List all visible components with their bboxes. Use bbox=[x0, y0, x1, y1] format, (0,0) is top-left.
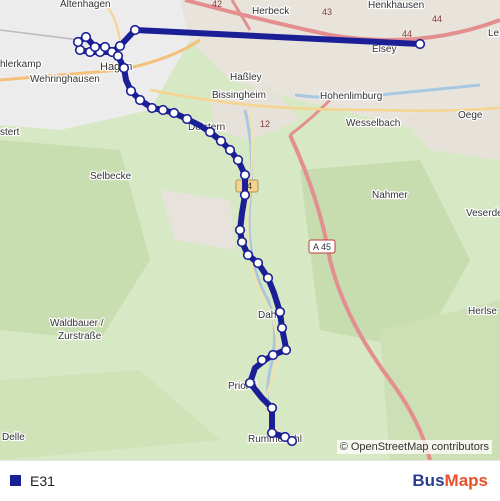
route-stop-10[interactable] bbox=[89, 41, 101, 53]
route-stop-25[interactable] bbox=[239, 189, 251, 201]
attribution-text: OpenStreetMap contributors bbox=[350, 441, 489, 453]
place-ahlerkamp: hlerkamp bbox=[0, 59, 42, 70]
place-wehringhausen: Wehringhausen bbox=[30, 74, 100, 85]
road-label-44b: 44 bbox=[432, 14, 442, 24]
place-wesselbach: Wesselbach bbox=[346, 118, 400, 129]
route-stop-32[interactable] bbox=[276, 322, 288, 334]
place-lette: Le bbox=[488, 28, 500, 39]
place-henkhausen: Henkhausen bbox=[368, 0, 424, 11]
place-altenhagen: Altenhagen bbox=[60, 0, 111, 10]
route-stop-37[interactable] bbox=[266, 402, 278, 414]
route-stop-40[interactable] bbox=[286, 435, 298, 447]
route-stop-23[interactable] bbox=[232, 154, 244, 166]
route-stop-28[interactable] bbox=[242, 249, 254, 261]
route-stop-31[interactable] bbox=[274, 306, 286, 318]
route-stop-3[interactable] bbox=[114, 40, 126, 52]
place-hassley: Haßley bbox=[230, 72, 262, 83]
map[interactable]: Altenhagen Herbeck Henkhausen Elsey hler… bbox=[0, 0, 500, 460]
route-stop-12[interactable] bbox=[112, 50, 124, 62]
route-stop-21[interactable] bbox=[215, 135, 227, 147]
route-stop-36[interactable] bbox=[244, 377, 256, 389]
route-stop-38[interactable] bbox=[266, 427, 278, 439]
route-name-label: E31 bbox=[30, 473, 55, 489]
route-stop-15[interactable] bbox=[134, 94, 146, 106]
route-stop-24[interactable] bbox=[239, 169, 251, 181]
place-stert: stert bbox=[0, 127, 20, 138]
route-stop-35[interactable] bbox=[256, 354, 268, 366]
route-stop-18[interactable] bbox=[168, 107, 180, 119]
map-attribution[interactable]: © OpenStreetMap contributors bbox=[336, 440, 492, 454]
route-stop-13[interactable] bbox=[118, 62, 130, 74]
route-stop-27[interactable] bbox=[236, 236, 248, 248]
road-label-42: 42 bbox=[212, 0, 222, 9]
route-stop-29[interactable] bbox=[252, 257, 264, 269]
place-hohenlimburg: Hohenlimburg bbox=[320, 91, 382, 102]
route-stop-26[interactable] bbox=[234, 224, 246, 236]
place-oege: Oege bbox=[458, 110, 483, 121]
place-bissingheim: Bissingheim bbox=[212, 90, 266, 101]
road-shield-a45-label: A 45 bbox=[313, 242, 331, 252]
brand-part-bus: Bus bbox=[412, 471, 445, 490]
place-zurstrasse: Zurstraße bbox=[58, 331, 102, 342]
route-stop-9[interactable] bbox=[80, 31, 92, 43]
route-stop-17[interactable] bbox=[157, 104, 169, 116]
place-delle: Delle bbox=[2, 432, 25, 443]
road-label-43: 43 bbox=[322, 7, 332, 17]
road-shield-a45: A 45 bbox=[308, 239, 336, 254]
place-selbecke: Selbecke bbox=[90, 171, 132, 182]
road-label-12: 12 bbox=[260, 119, 270, 129]
busmaps-logo[interactable]: BusMaps bbox=[412, 471, 488, 491]
place-veserde: Veserde bbox=[466, 208, 500, 219]
route-stop-19[interactable] bbox=[181, 113, 193, 125]
route-stop-34[interactable] bbox=[267, 349, 279, 361]
place-herbeck: Herbeck bbox=[252, 6, 290, 17]
copyright-symbol: © bbox=[339, 441, 348, 453]
brand-part-maps: Maps bbox=[444, 471, 488, 490]
route-stop-20[interactable] bbox=[204, 126, 216, 138]
road-label-44a: 44 bbox=[402, 29, 412, 39]
map-canvas: Altenhagen Herbeck Henkhausen Elsey hler… bbox=[0, 0, 500, 460]
place-waldbauer: Waldbauer / bbox=[50, 318, 104, 329]
route-stop-8[interactable] bbox=[72, 36, 84, 48]
route-stop-11[interactable] bbox=[99, 41, 111, 53]
route-stop-1[interactable] bbox=[414, 38, 426, 50]
route-stop-33[interactable] bbox=[280, 344, 292, 356]
place-herlse: Herlse bbox=[468, 306, 497, 317]
route-stop-22[interactable] bbox=[224, 144, 236, 156]
route-color-swatch bbox=[10, 475, 21, 486]
route-stop-16[interactable] bbox=[146, 102, 158, 114]
route-stop-14[interactable] bbox=[125, 85, 137, 97]
route-stop-2[interactable] bbox=[129, 24, 141, 36]
route-stop-30[interactable] bbox=[262, 272, 274, 284]
place-nahmer: Nahmer bbox=[372, 190, 408, 201]
legend-bar: E31 BusMaps bbox=[0, 460, 500, 501]
